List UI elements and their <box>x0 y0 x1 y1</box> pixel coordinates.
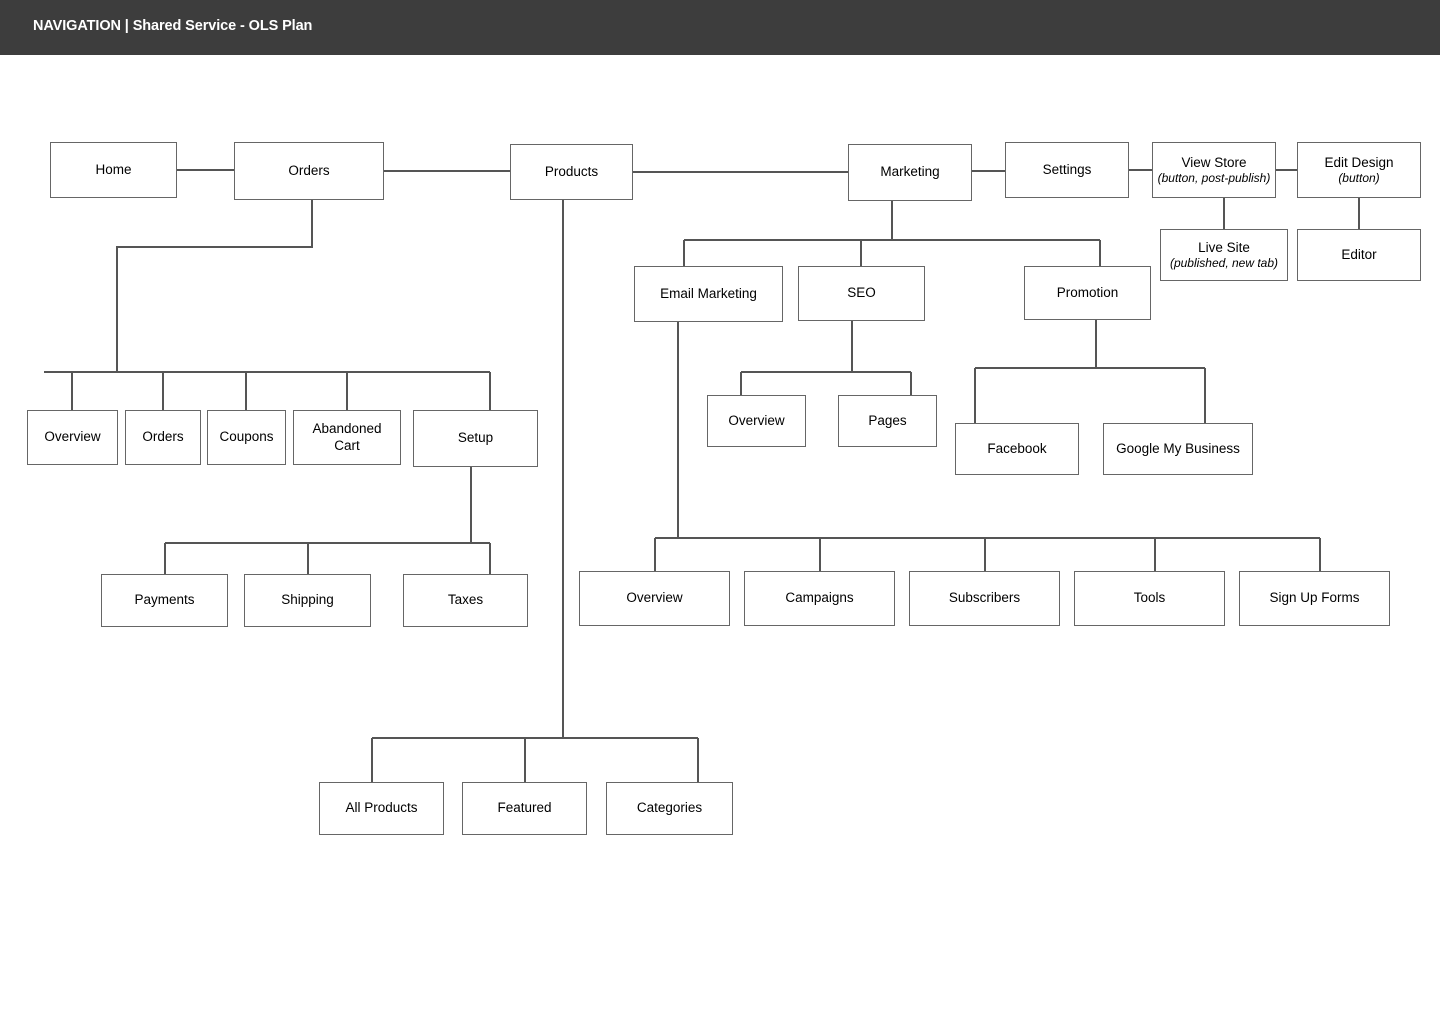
node-label: Tools <box>1133 590 1166 606</box>
node-shipping[interactable]: Shipping <box>244 574 371 627</box>
node-label: Abandoned Cart <box>312 421 382 453</box>
node-label: Orders <box>142 429 184 445</box>
node-promotion[interactable]: Promotion <box>1024 266 1151 320</box>
node-label: Sign Up Forms <box>1269 590 1360 606</box>
node-label: Campaigns <box>785 590 854 606</box>
node-em-signup[interactable]: Sign Up Forms <box>1239 571 1390 626</box>
node-label: Edit Design <box>1324 154 1394 170</box>
node-label: Taxes <box>447 592 484 608</box>
node-email-marketing[interactable]: Email Marketing <box>634 266 783 322</box>
node-o-coupons[interactable]: Coupons <box>207 410 286 465</box>
node-products[interactable]: Products <box>510 144 633 200</box>
node-orders[interactable]: Orders <box>234 142 384 200</box>
node-editor[interactable]: Editor <box>1297 229 1421 281</box>
node-sublabel: (button) <box>1338 171 1380 186</box>
node-label: All Products <box>345 800 418 816</box>
node-em-overview[interactable]: Overview <box>579 571 730 626</box>
node-payments[interactable]: Payments <box>101 574 228 627</box>
node-seo-overview[interactable]: Overview <box>707 395 806 447</box>
node-all-products[interactable]: All Products <box>319 782 444 835</box>
node-em-subscribers[interactable]: Subscribers <box>909 571 1060 626</box>
node-label: Email Marketing <box>660 285 757 301</box>
node-label: Shipping <box>281 592 334 608</box>
node-label: Products <box>544 163 599 179</box>
node-label: Promotion <box>1056 284 1119 300</box>
node-label: Overview <box>44 429 101 445</box>
node-gmb[interactable]: Google My Business <box>1103 423 1253 475</box>
node-home[interactable]: Home <box>50 142 177 198</box>
sitemap-canvas: NAVIGATION | Shared Service - OLS Plan H… <box>0 0 1440 1024</box>
node-live-site[interactable]: Live Site (published, new tab) <box>1160 229 1288 281</box>
page-title: NAVIGATION | Shared Service - OLS Plan <box>33 18 313 34</box>
node-seo[interactable]: SEO <box>798 266 925 321</box>
node-o-setup[interactable]: Setup <box>413 410 538 467</box>
node-label: Orders <box>288 162 330 178</box>
node-label: SEO <box>847 285 876 301</box>
node-label: Setup <box>457 430 494 446</box>
node-facebook[interactable]: Facebook <box>955 423 1079 475</box>
node-label: Featured <box>497 800 552 816</box>
node-label: Overview <box>626 590 683 606</box>
node-em-campaigns[interactable]: Campaigns <box>744 571 895 626</box>
node-em-tools[interactable]: Tools <box>1074 571 1225 626</box>
node-o-abandoned[interactable]: Abandoned Cart <box>293 410 401 465</box>
node-edit-design[interactable]: Edit Design (button) <box>1297 142 1421 198</box>
node-label: Overview <box>728 412 785 428</box>
node-label: Live Site <box>1198 239 1250 255</box>
node-o-orders[interactable]: Orders <box>125 410 201 465</box>
node-categories[interactable]: Categories <box>606 782 733 835</box>
node-label: Editor <box>1341 246 1377 262</box>
node-label: Subscribers <box>948 590 1021 606</box>
node-o-overview[interactable]: Overview <box>27 410 118 465</box>
node-sublabel: (button, post-publish) <box>1157 171 1271 186</box>
node-label: Coupons <box>219 429 274 445</box>
node-label: Marketing <box>880 164 940 180</box>
node-label: Settings <box>1042 161 1092 177</box>
node-sublabel: (published, new tab) <box>1169 256 1279 271</box>
node-label: Categories <box>636 800 703 816</box>
node-seo-pages[interactable]: Pages <box>838 395 937 447</box>
node-label: Facebook <box>987 440 1047 456</box>
node-featured[interactable]: Featured <box>462 782 587 835</box>
node-view-store[interactable]: View Store (button, post-publish) <box>1152 142 1276 198</box>
node-label: View Store <box>1181 154 1247 170</box>
node-label: Payments <box>134 592 195 608</box>
node-taxes[interactable]: Taxes <box>403 574 528 627</box>
link-orders-dropjog <box>116 200 313 372</box>
node-label: Pages <box>868 412 907 428</box>
node-settings[interactable]: Settings <box>1005 142 1129 198</box>
node-marketing[interactable]: Marketing <box>848 144 972 201</box>
node-label: Google My Business <box>1116 440 1240 456</box>
node-label: Home <box>95 161 132 177</box>
